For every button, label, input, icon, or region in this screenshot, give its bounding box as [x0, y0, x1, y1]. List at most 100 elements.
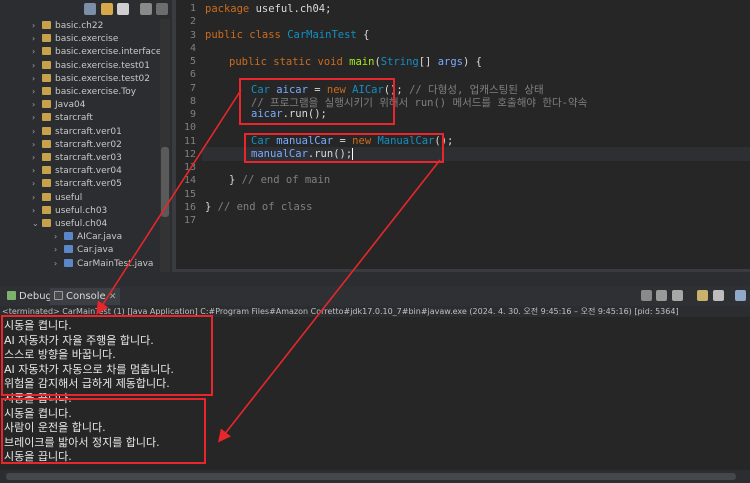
- tree-item-label: starcraft.ver02: [55, 139, 122, 150]
- link-with-editor-icon[interactable]: [101, 3, 113, 15]
- chevron-right-icon[interactable]: ›: [32, 138, 42, 151]
- line-number: 15: [183, 188, 196, 200]
- line-number: 8: [189, 95, 196, 107]
- package-icon: [42, 166, 51, 175]
- keyword: void: [317, 56, 343, 68]
- keyword: package: [205, 3, 250, 15]
- filter-icon[interactable]: [117, 3, 129, 15]
- chevron-right-icon[interactable]: ›: [32, 125, 42, 138]
- code-text: {: [356, 29, 370, 41]
- chevron-right-icon[interactable]: ›: [32, 191, 42, 204]
- tree-file-item[interactable]: › Car.java: [54, 243, 113, 256]
- comment: // end of class: [211, 201, 313, 213]
- package-icon: [42, 100, 51, 109]
- display-console-icon[interactable]: [735, 290, 746, 301]
- keyword: public: [205, 29, 243, 41]
- chevron-right-icon[interactable]: ›: [54, 257, 64, 270]
- chevron-right-icon[interactable]: ›: [32, 111, 42, 124]
- view-menu-icon[interactable]: [140, 3, 152, 15]
- collapse-all-icon[interactable]: [84, 3, 96, 15]
- package-icon: [42, 139, 51, 148]
- package-icon: [42, 205, 51, 214]
- word-wrap-icon[interactable]: [713, 290, 724, 301]
- tree-file-item[interactable]: › CarMainTest.java: [54, 257, 153, 270]
- chevron-right-icon[interactable]: ›: [54, 243, 64, 256]
- keyword: public: [229, 56, 267, 68]
- close-icon[interactable]: ✕: [109, 292, 117, 302]
- terminate-icon[interactable]: [641, 290, 652, 301]
- tree-file-item[interactable]: › AICar.java: [54, 230, 122, 243]
- chevron-right-icon[interactable]: ›: [32, 98, 42, 111]
- tree-item-label: useful.ch03: [55, 205, 108, 216]
- tree-package-item[interactable]: › basic.ch22: [32, 19, 103, 32]
- tree-package-item[interactable]: ⌄ useful.ch04: [32, 217, 107, 230]
- keyword: static: [273, 56, 312, 68]
- line-number: 2: [189, 16, 196, 28]
- remove-all-icon[interactable]: [672, 290, 683, 301]
- tree-package-item[interactable]: › starcraft: [32, 111, 93, 124]
- package-explorer-toolbar: [0, 0, 172, 19]
- tree-scrollbar-thumb[interactable]: [161, 147, 169, 217]
- tab-debug[interactable]: Debug: [3, 288, 56, 305]
- code-text: []: [418, 56, 438, 68]
- chevron-right-icon[interactable]: ›: [32, 72, 42, 85]
- tree-item-label: basic.exercise.Toy: [55, 87, 137, 97]
- tab-console-label: Console: [66, 291, 106, 302]
- tree-scrollbar[interactable]: [160, 19, 170, 272]
- tree-item-label: useful.ch04: [55, 219, 108, 229]
- tree-package-item[interactable]: › basic.exercise.Toy: [32, 85, 136, 98]
- chevron-right-icon[interactable]: ›: [32, 32, 42, 45]
- minimize-icon[interactable]: [156, 3, 168, 15]
- tab-console[interactable]: Console ✕: [50, 288, 121, 305]
- chevron-down-icon[interactable]: ⌄: [32, 217, 42, 230]
- tree-item-label: starcraft.ver05: [55, 179, 122, 190]
- console-scrollbar-thumb[interactable]: [6, 473, 736, 480]
- tree-package-item[interactable]: › basic.exercise: [32, 32, 118, 45]
- chevron-right-icon[interactable]: ›: [32, 151, 42, 164]
- chevron-right-icon[interactable]: ›: [54, 230, 64, 243]
- tree-package-item[interactable]: › Java04: [32, 98, 85, 111]
- tree-package-item[interactable]: › starcraft.ver01: [32, 125, 122, 138]
- scroll-lock-icon[interactable]: [697, 290, 708, 301]
- code-text: ) {: [462, 56, 482, 68]
- line-number: 3: [189, 29, 196, 41]
- tab-debug-label: Debug: [19, 291, 52, 302]
- tree-package-item[interactable]: › useful.ch03: [32, 204, 107, 217]
- tree-item-label: starcraft.ver03: [55, 153, 122, 163]
- package-icon: [42, 73, 51, 82]
- tree-package-item[interactable]: › basic.exercise.test02: [32, 72, 150, 85]
- package-icon: [42, 21, 51, 29]
- chevron-right-icon[interactable]: ›: [32, 19, 42, 32]
- console-horizontal-scrollbar[interactable]: [0, 470, 750, 483]
- keyword: class: [249, 29, 281, 41]
- chevron-right-icon[interactable]: ›: [32, 59, 42, 72]
- tree-item-label: basic.exercise.test02: [55, 73, 150, 84]
- tree-package-item[interactable]: › basic.exercise.test01: [32, 59, 150, 72]
- chevron-right-icon[interactable]: ›: [32, 85, 42, 98]
- chevron-right-icon[interactable]: ›: [32, 164, 42, 177]
- line-number: 16: [183, 201, 196, 213]
- tree-item-label: starcraft.ver04: [55, 166, 122, 177]
- package-icon: [42, 126, 51, 135]
- bottom-panel-tabs: Debug Console ✕: [0, 286, 750, 306]
- debug-icon: [7, 291, 16, 300]
- tree-package-item[interactable]: › starcraft.ver03: [32, 151, 122, 164]
- chevron-right-icon[interactable]: ›: [32, 204, 42, 217]
- tree-item-label: basic.exercise.test01: [55, 60, 150, 71]
- tree-item-label: CarMainTest.java: [77, 258, 154, 269]
- line-number: 6: [189, 69, 196, 81]
- remove-launch-icon[interactable]: [656, 290, 667, 301]
- tree-package-item[interactable]: › starcraft.ver04: [32, 164, 122, 177]
- tree-package-item[interactable]: › starcraft.ver02: [32, 138, 122, 151]
- tree-package-item[interactable]: › basic.exercise.interfaces: [32, 45, 166, 58]
- tree-item-label: starcraft.ver01: [55, 126, 122, 137]
- chevron-right-icon[interactable]: ›: [32, 45, 42, 58]
- line-number: 7: [189, 82, 196, 94]
- line-number: 11: [183, 135, 196, 147]
- package-explorer: › basic.ch22 › basic.exercise › basic.exercis…: [0, 0, 172, 272]
- chevron-right-icon[interactable]: ›: [32, 177, 42, 190]
- code-line-1: package useful.ch04;: [205, 3, 331, 15]
- tree-package-item[interactable]: › starcraft.ver05: [32, 177, 122, 190]
- tree-package-item[interactable]: › useful: [32, 191, 82, 204]
- package-icon: [42, 179, 51, 188]
